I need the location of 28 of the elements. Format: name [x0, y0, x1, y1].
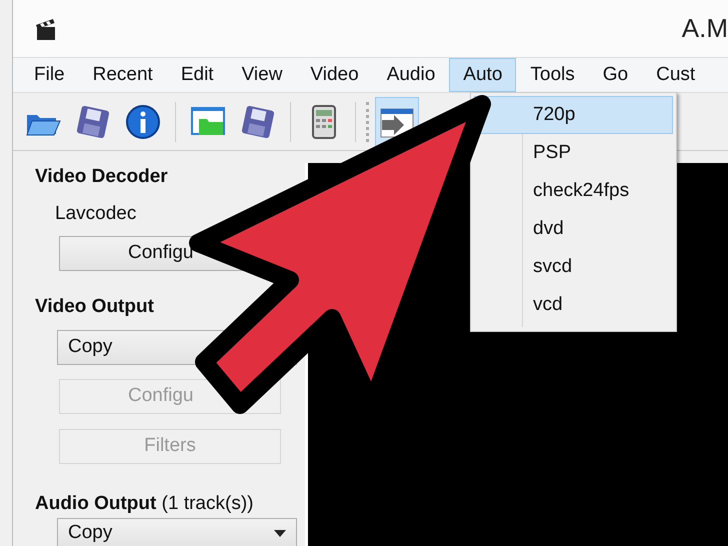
- menu-item[interactable]: Auto: [449, 58, 516, 92]
- menu-item[interactable]: View: [228, 58, 296, 92]
- menu-item[interactable]: Go: [588, 58, 642, 92]
- menu-item[interactable]: Recent: [78, 58, 167, 92]
- menu-item[interactable]: File: [20, 58, 79, 92]
- menu-item[interactable]: check24fps: [474, 172, 673, 210]
- menu-item[interactable]: Video: [296, 58, 373, 92]
- menu-item[interactable]: dvd: [474, 210, 673, 248]
- section-heading: Video Output: [35, 295, 155, 319]
- clapperboard-icon: [35, 16, 57, 40]
- codec-label: Lavcodec: [55, 202, 138, 226]
- menu-item[interactable]: Tools: [516, 58, 589, 92]
- audio-output-select[interactable]: Copy: [57, 518, 297, 546]
- menu-item[interactable]: Audio: [372, 58, 450, 92]
- window-title: A.M: [682, 12, 728, 45]
- info-icon: [124, 102, 162, 140]
- menu-item[interactable]: svcd: [474, 248, 673, 286]
- menu-item[interactable]: Cust: [642, 58, 710, 92]
- select-value: Copy: [68, 521, 112, 546]
- caret-icon: [274, 530, 286, 537]
- section-heading: Audio Output: [35, 492, 156, 514]
- menu-item[interactable]: Edit: [166, 58, 228, 92]
- filters-button: Filters: [59, 428, 281, 464]
- menu-item[interactable]: PSP: [474, 134, 673, 172]
- track-count: (1 track(s)): [162, 492, 254, 514]
- menu-item[interactable]: 720p: [474, 96, 673, 134]
- menu-item[interactable]: vcd: [474, 286, 673, 324]
- section-heading: Video Decoder: [35, 165, 169, 189]
